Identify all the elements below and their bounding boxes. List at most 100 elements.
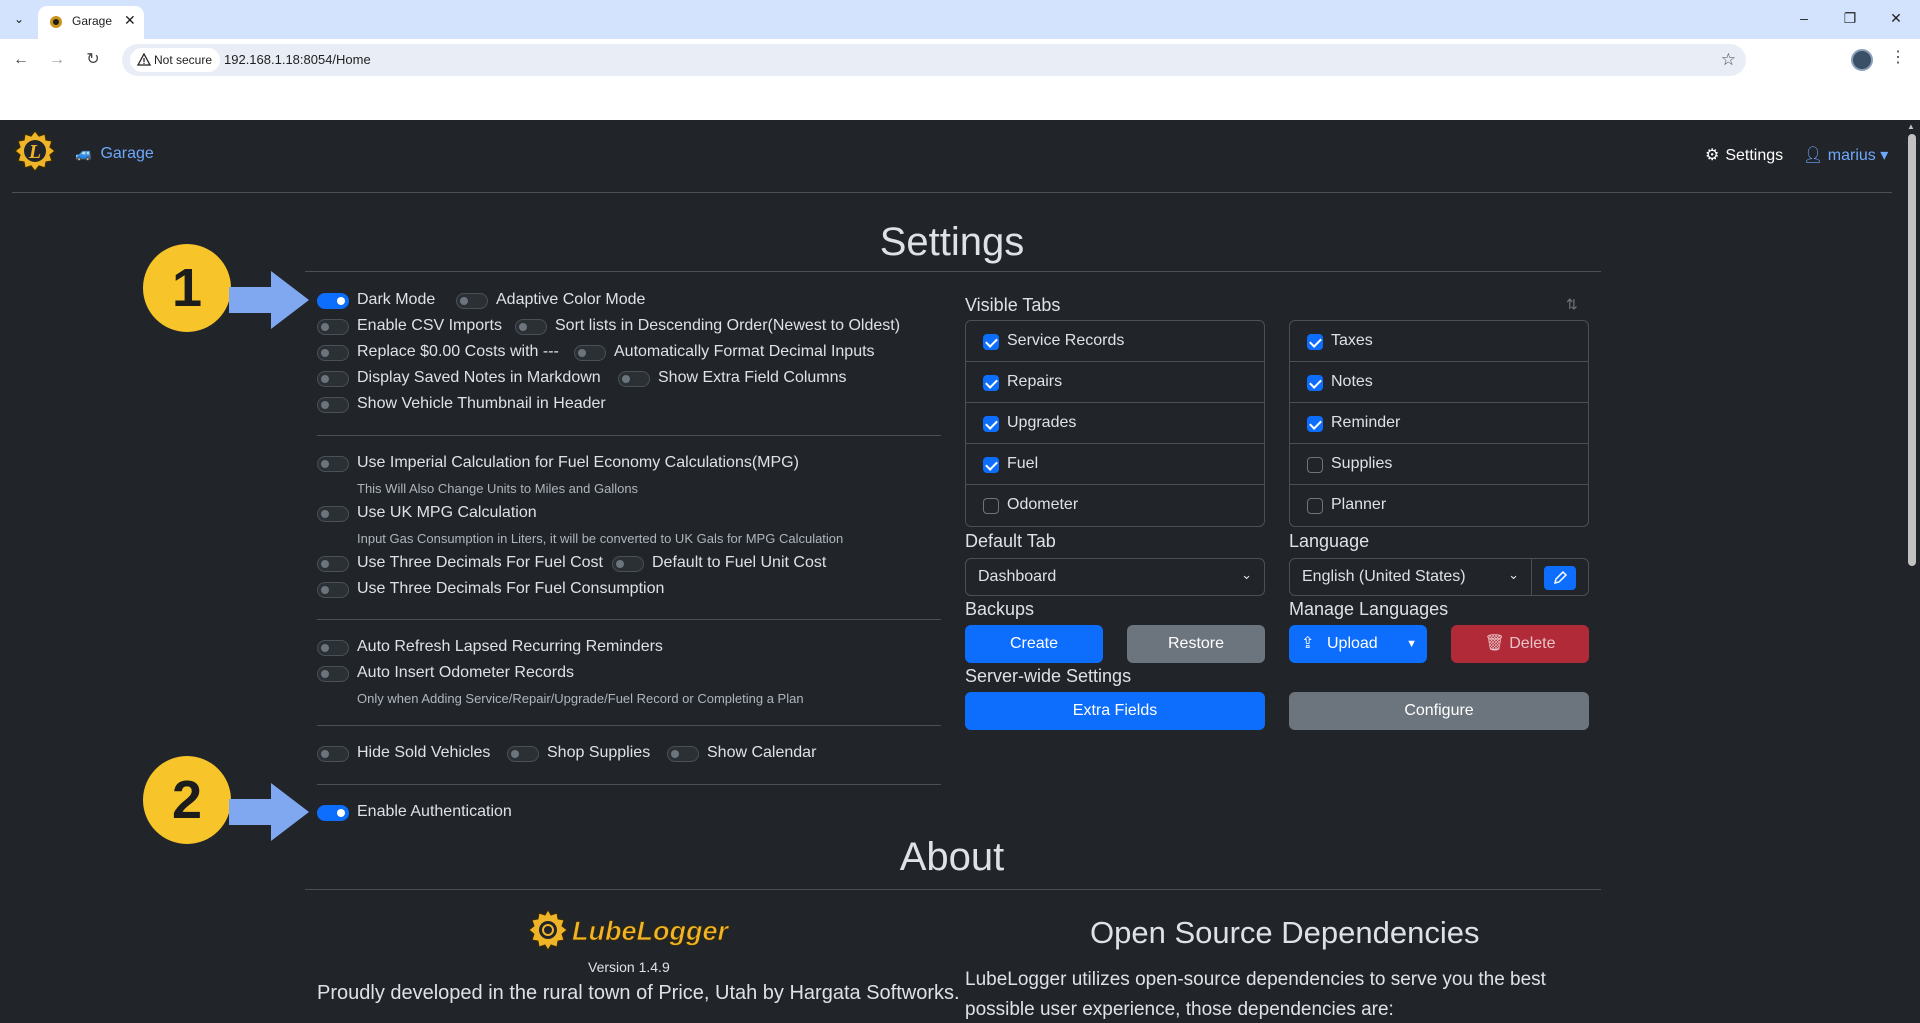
tab-item-label: Notes <box>1331 373 1373 390</box>
auto-odometer-switch[interactable] <box>317 666 349 682</box>
tab-item-repairs[interactable]: Repairs <box>966 362 1264 403</box>
reload-icon[interactable]: ↻ <box>82 49 104 71</box>
nav-settings-link[interactable]: ⚙ Settings <box>1705 145 1783 165</box>
back-icon[interactable]: ← <box>10 49 32 71</box>
scrollbar-thumb[interactable] <box>1908 134 1916 566</box>
restore-icon[interactable]: ❐ <box>1840 10 1860 27</box>
replace-zero-switch[interactable] <box>317 345 349 361</box>
default-tab-label: Default Tab <box>965 531 1056 551</box>
configure-button[interactable]: Configure <box>1289 692 1589 730</box>
tab-close-icon[interactable]: ✕ <box>124 12 136 29</box>
shop-supplies-switch[interactable] <box>507 746 539 762</box>
upload-language-button[interactable]: ⇪ Upload ▼ <box>1289 625 1427 663</box>
tab-item-planner[interactable]: Planner <box>1290 485 1588 526</box>
nav-garage-label: Garage <box>100 145 154 162</box>
restore-backup-button[interactable]: Restore <box>1127 625 1265 663</box>
server-wide-label: Server-wide Settings <box>965 666 1132 686</box>
auto-odometer-label: Auto Insert Odometer Records <box>357 664 574 681</box>
checkbox[interactable] <box>1307 416 1323 432</box>
checkbox[interactable] <box>1307 334 1323 350</box>
tab-item-label: Taxes <box>1331 332 1373 349</box>
hide-sold-label: Hide Sold Vehicles <box>357 744 491 761</box>
url-text: 192.168.1.18:8054/Home <box>224 52 371 67</box>
bookmark-star-icon[interactable]: ☆ <box>1721 50 1736 70</box>
tab-item-notes[interactable]: Notes <box>1290 362 1588 403</box>
checkbox[interactable] <box>1307 498 1323 514</box>
default-tab-select[interactable]: Dashboard ⌄ <box>965 558 1265 596</box>
auto-decimal-label: Automatically Format Decimal Inputs <box>614 343 875 360</box>
show-calendar-label: Show Calendar <box>707 744 817 761</box>
delete-language-button[interactable]: 🗑︎ Delete <box>1451 625 1589 663</box>
user-name: marius <box>1827 147 1876 164</box>
nav-settings-label: Settings <box>1725 147 1784 164</box>
checkbox[interactable] <box>983 457 999 473</box>
uk-mpg-switch[interactable] <box>317 506 349 522</box>
language-select[interactable]: English (United States) ⌄ <box>1289 558 1532 596</box>
extra-columns-switch[interactable] <box>618 371 650 387</box>
tab-item-odometer[interactable]: Odometer <box>966 485 1264 526</box>
checkbox[interactable] <box>983 334 999 350</box>
dark-mode-switch[interactable] <box>317 293 349 309</box>
nav-garage-link[interactable]: 🚙 Garage <box>75 145 154 163</box>
fuel-unit-cost-label: Default to Fuel Unit Cost <box>652 554 827 571</box>
imperial-switch[interactable] <box>317 456 349 472</box>
checkbox[interactable] <box>1307 375 1323 391</box>
tab-item-reminder[interactable]: Reminder <box>1290 403 1588 444</box>
adaptive-color-switch[interactable] <box>456 293 488 309</box>
auto-refresh-switch[interactable] <box>317 640 349 656</box>
browser-menu-icon[interactable]: ⋮ <box>1890 47 1906 67</box>
visible-tabs-left-list: Service Records Repairs Upgrades Fuel Od… <box>965 320 1265 527</box>
hide-sold-switch[interactable] <box>317 746 349 762</box>
upload-icon: ⇪ <box>1301 635 1315 652</box>
tab-item-label: Upgrades <box>1007 414 1077 431</box>
notes-markdown-switch[interactable] <box>317 371 349 387</box>
shop-supplies-label: Shop Supplies <box>547 744 651 761</box>
forward-icon[interactable]: → <box>46 49 68 71</box>
extra-fields-button[interactable]: Extra Fields <box>965 692 1265 730</box>
create-backup-button[interactable]: Create <box>965 625 1103 663</box>
tab-item-label: Planner <box>1331 496 1387 513</box>
browser-tab-bar: ⌄ Garage ✕ – ❐ ✕ <box>0 0 1920 39</box>
vehicle-thumb-switch[interactable] <box>317 397 349 413</box>
tab-item-service-records[interactable]: Service Records <box>966 321 1264 362</box>
window-close-icon[interactable]: ✕ <box>1886 10 1906 27</box>
three-dec-consumption-switch[interactable] <box>317 582 349 598</box>
three-dec-consumption-label: Use Three Decimals For Fuel Consumption <box>357 580 665 597</box>
tab-item-taxes[interactable]: Taxes <box>1290 321 1588 362</box>
tab-item-supplies[interactable]: Supplies <box>1290 444 1588 485</box>
sort-arrows-icon[interactable]: ⇅ <box>1566 296 1578 313</box>
user-menu[interactable]: 👤︎ marius ▾ <box>1803 145 1888 165</box>
fuel-unit-cost-switch[interactable] <box>612 556 644 572</box>
tab-search-button[interactable]: ⌄ <box>8 8 30 30</box>
auto-decimal-switch[interactable] <box>574 345 606 361</box>
not-secure-label: Not secure <box>154 53 213 67</box>
about-title: About <box>899 835 1005 879</box>
annotation-badge-1: 1 <box>143 244 231 332</box>
tab-item-fuel[interactable]: Fuel <box>966 444 1264 485</box>
address-bar[interactable]: Not secure 192.168.1.18:8054/Home ☆ <box>122 44 1746 76</box>
language-edit-button[interactable] <box>1544 566 1576 590</box>
browser-tab[interactable]: Garage ✕ <box>38 6 144 39</box>
annotation-arrow-right-icon <box>229 271 309 329</box>
tab-item-upgrades[interactable]: Upgrades <box>966 403 1264 444</box>
checkbox[interactable] <box>1307 457 1323 473</box>
lubelogger-logo-icon[interactable]: L <box>12 128 58 174</box>
uk-mpg-hint: Input Gas Consumption in Liters, it will… <box>357 531 844 546</box>
checkbox[interactable] <box>983 498 999 514</box>
upload-dropdown-toggle[interactable]: ▼ <box>1406 625 1417 663</box>
checkbox[interactable] <box>983 416 999 432</box>
three-dec-cost-switch[interactable] <box>317 556 349 572</box>
sort-desc-label: Sort lists in Descending Order(Newest to… <box>555 317 901 334</box>
checkbox[interactable] <box>983 375 999 391</box>
minimize-icon[interactable]: – <box>1794 10 1814 26</box>
gear-icon: ⚙ <box>1705 147 1720 164</box>
csv-imports-switch[interactable] <box>317 319 349 335</box>
show-calendar-switch[interactable] <box>667 746 699 762</box>
profile-avatar[interactable] <box>1851 49 1873 71</box>
tab-item-label: Repairs <box>1007 373 1063 390</box>
security-chip[interactable]: Not secure <box>130 48 221 72</box>
enable-auth-switch[interactable] <box>317 805 349 821</box>
sort-desc-switch[interactable] <box>515 319 547 335</box>
scroll-up-icon[interactable]: ▲ <box>1907 122 1915 131</box>
user-icon: 👤︎ <box>1803 147 1828 164</box>
